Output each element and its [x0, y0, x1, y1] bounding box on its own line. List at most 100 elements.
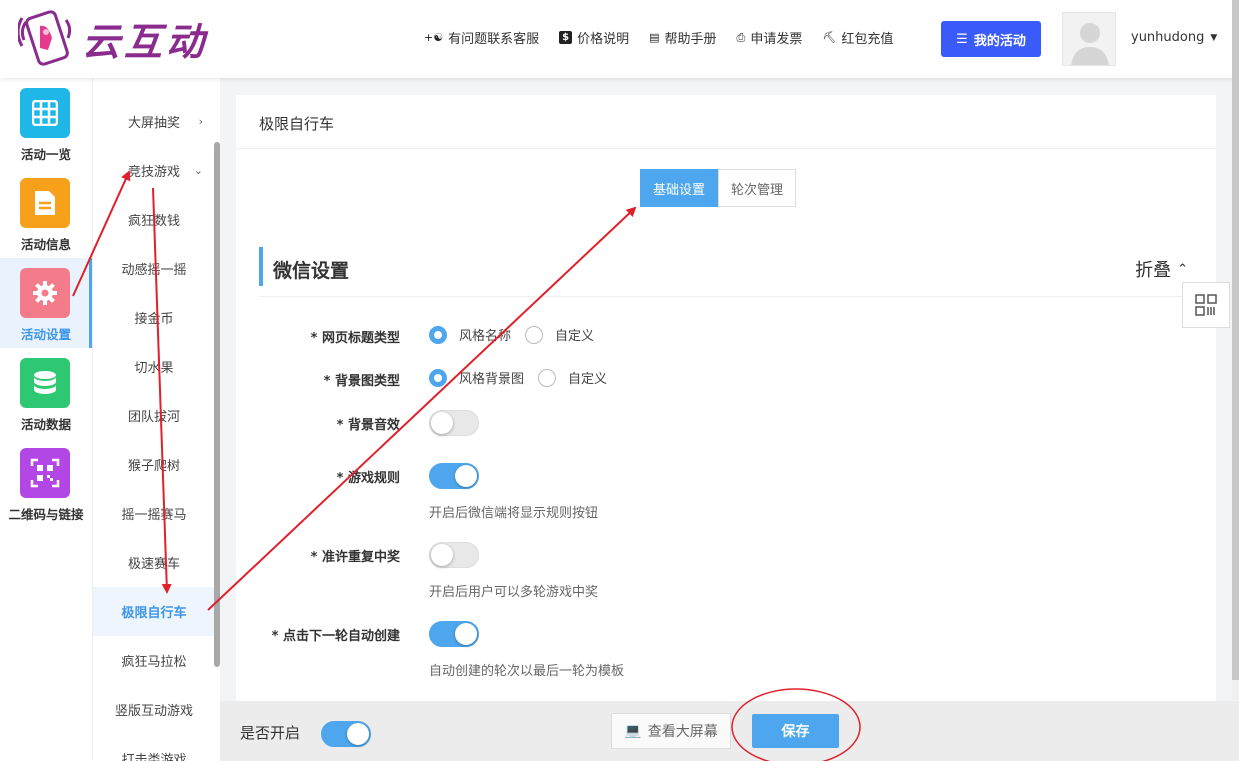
preview-big-screen-button[interactable]: 💻 查看大屏幕 [611, 713, 731, 749]
avatar[interactable] [1062, 12, 1116, 66]
enabled-label: 是否开启 [240, 724, 301, 742]
enabled-toggle[interactable] [321, 721, 371, 747]
tabs: 基础设置 轮次管理 [640, 169, 797, 207]
submenu-label: 动感摇一摇 [121, 263, 187, 278]
auto-create-toggle[interactable] [429, 621, 479, 647]
field-label: * 点击下一轮自动创建 [271, 629, 400, 644]
sidebar-item-label: 活动信息 [20, 237, 71, 252]
grid-icon [20, 88, 70, 138]
submenu-label: 猴子爬树 [127, 459, 180, 474]
field-label: * 准许重复中奖 [310, 550, 400, 565]
username: yunhudong [1131, 30, 1205, 45]
submenu-item[interactable]: 竖版互动游戏 [93, 685, 215, 734]
submenu-item[interactable]: 动感摇一摇 [93, 244, 215, 293]
nav-contact-support[interactable]: +☯ 有问题联系客服 [424, 28, 539, 47]
sidebar-item-overview[interactable]: 活动一览 [0, 78, 92, 168]
caret-down-icon: ▼ [1210, 32, 1218, 43]
sidebar-item-label: 活动数据 [20, 417, 71, 432]
game-rules-toggle[interactable] [429, 463, 479, 489]
submenu-item[interactable]: 接金币 [93, 293, 215, 342]
submenu-scrollbar[interactable] [214, 142, 220, 667]
section-accent-bar [259, 247, 263, 286]
logo[interactable]: 云互动 [16, 8, 209, 68]
nav-pricing[interactable]: $ 价格说明 [559, 28, 629, 47]
tab-round-management[interactable]: 轮次管理 [718, 169, 797, 207]
submenu-item-competitive-games[interactable]: 竞技游戏 ⌄ [93, 146, 215, 195]
radio-custom[interactable] [525, 325, 544, 344]
nav-recharge[interactable]: ⛏ 红包充值 [822, 28, 893, 47]
submenu-item[interactable]: 疯狂马拉松 [93, 636, 215, 685]
field-hint: 自动创建的轮次以最后一轮为模板 [429, 664, 625, 679]
submenu-label: 竖版互动游戏 [114, 704, 193, 719]
submenu-label: 团队拔河 [127, 410, 180, 425]
my-activity-label: 我的活动 [973, 33, 1026, 49]
submenu-label: 切水果 [134, 361, 174, 376]
radio-custom[interactable] [538, 368, 557, 387]
main-panel: 极限自行车 基础设置 轮次管理 微信设置 折叠 ⌃ * 网页标题类型 风格名称 … [236, 95, 1216, 701]
database-icon [20, 358, 70, 408]
submenu-item[interactable]: 打击类游戏 [93, 734, 215, 761]
submenu-item[interactable]: 疯狂数钱 [93, 195, 215, 244]
sidebar-item-settings[interactable]: 活动设置 [0, 258, 92, 348]
nav-invoice[interactable]: ⎙ 申请发票 [737, 28, 803, 48]
chevron-down-icon: ⌄ [193, 164, 203, 177]
user-menu[interactable]: yunhudong ▼ [1131, 30, 1217, 45]
double-chevron-up-icon: ⌃ [1177, 261, 1188, 277]
nav-label: 价格说明 [577, 32, 630, 47]
list-icon: ☰ [956, 31, 968, 47]
radio-label: 风格背景图 [459, 372, 525, 387]
radio-style-name[interactable] [429, 325, 447, 344]
section-header: 微信设置 折叠 ⌃ [259, 247, 1192, 297]
radio-group: 风格名称 自定义 [429, 325, 608, 344]
dollar-icon: $ [559, 31, 573, 44]
page-scrollbar[interactable] [1232, 0, 1239, 700]
top-nav: +☯ 有问题联系客服 $ 价格说明 ▤ 帮助手册 ⎙ 申请发票 ⛏ 红包充值 [424, 28, 893, 48]
sidebar-item-label: 二维码与链接 [8, 507, 84, 522]
field-label: * 网页标题类型 [310, 331, 400, 346]
sidebar-item-info[interactable]: 活动信息 [0, 168, 92, 258]
header: 云互动 +☯ 有问题联系客服 $ 价格说明 ▤ 帮助手册 ⎙ 申请发票 ⛏ 红包… [0, 0, 1239, 78]
tab-basic-settings[interactable]: 基础设置 [640, 169, 719, 207]
repeat-win-toggle[interactable] [429, 542, 479, 568]
radio-group: 风格背景图 自定义 [429, 368, 621, 387]
divider [236, 148, 1216, 149]
radio-label: 自定义 [555, 329, 595, 344]
radio-style-bg[interactable] [429, 368, 447, 387]
bg-sound-toggle[interactable] [429, 410, 479, 436]
laptop-icon: 💻 [624, 723, 642, 739]
save-button[interactable]: 保存 [752, 714, 839, 748]
sidebar-item-qrcode[interactable]: 二维码与链接 [0, 438, 92, 528]
my-activity-button[interactable]: ☰ 我的活动 [941, 21, 1041, 57]
nav-label: 申请发票 [750, 32, 803, 47]
logo-text: 云互动 [82, 19, 209, 64]
collapse-button[interactable]: 折叠 ⌃ [1135, 256, 1188, 282]
footer-bar: 是否开启 💻 查看大屏幕 保存 [220, 701, 1239, 761]
gear-icon [20, 268, 70, 318]
preview-label: 查看大屏幕 [647, 724, 718, 740]
submenu-item[interactable]: 猴子爬树 [93, 440, 215, 489]
add-user-icon: +☯ [424, 31, 444, 44]
submenu-item-extreme-bike[interactable]: 极限自行车 [93, 587, 215, 636]
section-title: 微信设置 [273, 260, 350, 282]
submenu-item[interactable]: 切水果 [93, 342, 215, 391]
field-label: * 背景图类型 [323, 374, 400, 389]
submenu: 大屏抽奖 › 竞技游戏 ⌄ 疯狂数钱 动感摇一摇 接金币 切水果 团队拔河 猴子… [92, 78, 220, 761]
submenu-item[interactable]: 摇一摇赛马 [93, 489, 215, 538]
submenu-item[interactable]: 极速赛车 [93, 538, 215, 587]
submenu-item[interactable]: 团队拔河 [93, 391, 215, 440]
nav-label: 有问题联系客服 [448, 32, 540, 47]
qrcode-icon [1195, 294, 1217, 316]
sidebar-item-data[interactable]: 活动数据 [0, 348, 92, 438]
submenu-item-big-screen-lottery[interactable]: 大屏抽奖 › [93, 97, 215, 146]
shield-check-icon: ⛏ [822, 31, 837, 44]
submenu-label: 竞技游戏 [127, 165, 180, 180]
nav-help-manual[interactable]: ▤ 帮助手册 [649, 28, 716, 47]
submenu-label: 打击类游戏 [121, 753, 187, 761]
field-label: * 游戏规则 [336, 471, 400, 486]
field-hint: 开启后用户可以多轮游戏中奖 [429, 585, 599, 600]
float-qrcode-button[interactable] [1182, 282, 1230, 328]
book-icon: ▤ [649, 31, 660, 44]
nav-label: 帮助手册 [664, 32, 717, 47]
page-title: 极限自行车 [259, 115, 335, 133]
field-label: * 背景音效 [336, 418, 400, 433]
